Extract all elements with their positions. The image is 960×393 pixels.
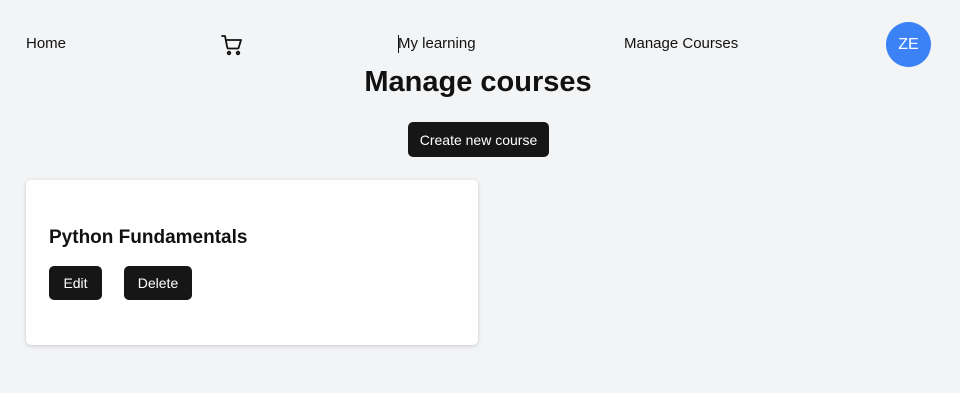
page: Home My learning Manage Courses ZE Manag… (0, 0, 960, 393)
nav-link-home[interactable]: Home (26, 35, 66, 53)
avatar[interactable]: ZE (886, 22, 931, 67)
text-cursor (398, 35, 399, 53)
course-card: Python Fundamentals Edit Delete (26, 180, 478, 345)
course-title: Python Fundamentals (49, 227, 248, 248)
page-title: Manage courses (364, 66, 592, 98)
create-course-button[interactable]: Create new course (408, 122, 549, 157)
shopping-cart-icon[interactable] (220, 33, 244, 57)
nav-link-manage-courses[interactable]: Manage Courses (624, 35, 738, 53)
nav-link-my-learning[interactable]: My learning (398, 35, 476, 53)
delete-course-button[interactable]: Delete (124, 266, 192, 300)
edit-course-button[interactable]: Edit (49, 266, 102, 300)
avatar-initials: ZE (898, 35, 919, 53)
